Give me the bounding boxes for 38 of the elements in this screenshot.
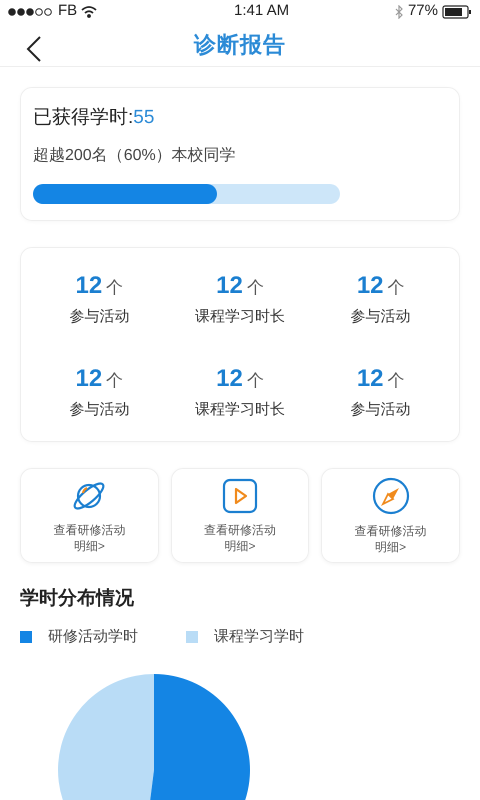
carrier-name: FB: [58, 1, 78, 22]
stat-label: 课程学习时长: [194, 400, 285, 420]
hours-label: 已获得学时:: [33, 106, 134, 130]
back-chevron-icon: [26, 36, 42, 62]
hours-value: 55: [133, 106, 154, 130]
stat-value: 12: [216, 271, 243, 301]
activity-detail-tile[interactable]: 查看研修活动 明细>: [20, 468, 159, 563]
stat-value: 12: [356, 271, 384, 301]
stat-label: 课程学习时长: [194, 307, 285, 327]
signal-dots-icon: [8, 8, 54, 16]
stat-label: 参与活动: [350, 307, 411, 327]
stat-unit: 个: [388, 277, 405, 299]
stat-unit: 个: [246, 370, 264, 392]
page-title: 诊断报告: [194, 30, 286, 59]
activity-detail-tile[interactable]: 查看研修活动 明细>: [321, 468, 460, 563]
stat-value: 12: [356, 364, 384, 394]
compass-icon: [372, 476, 410, 514]
stat-label: 参与活动: [350, 400, 411, 420]
stat-label: 参与活动: [69, 400, 130, 420]
section-title: 学时分布情况: [20, 587, 135, 611]
status-time: 1:41 AM: [234, 1, 290, 22]
play-icon: [222, 478, 258, 514]
legend-label: 课程学习学时: [214, 626, 304, 646]
activity-detail-tile[interactable]: 查看研修活动 明细>: [170, 468, 310, 563]
stat-value: 12: [75, 364, 102, 394]
wifi-icon: [81, 6, 98, 18]
stat-value: 12: [216, 364, 243, 394]
stat-value: 12: [75, 271, 102, 301]
battery-percent: 77%: [408, 1, 438, 22]
bluetooth-icon: [394, 4, 404, 19]
stat-unit: 个: [106, 277, 124, 299]
battery-icon: [442, 4, 472, 19]
stat-label: 参与活动: [69, 307, 130, 327]
legend-label: 研修活动学时: [48, 626, 138, 646]
ranking-text: 超越200名（60%）本校同学: [33, 146, 237, 166]
stat-unit: 个: [106, 370, 124, 392]
stat-unit: 个: [246, 277, 264, 299]
stat-unit: 个: [388, 370, 405, 392]
